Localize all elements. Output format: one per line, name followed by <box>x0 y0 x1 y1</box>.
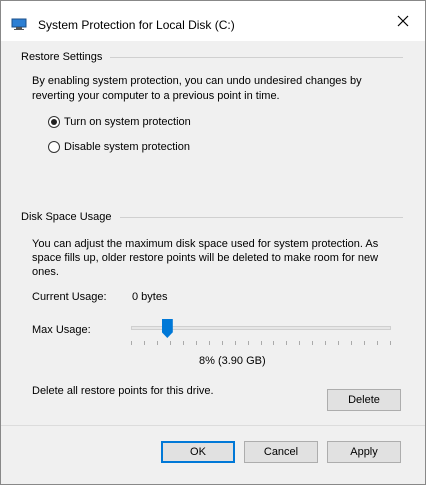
apply-button[interactable]: Apply <box>327 441 401 463</box>
slider-tick <box>351 341 353 345</box>
slider-tick <box>143 341 145 345</box>
computer-icon <box>11 18 27 30</box>
group-divider <box>110 56 403 58</box>
current-usage-value: 0 bytes <box>132 291 168 303</box>
restore-description-line1: By enabling system protection, you can u… <box>32 75 362 87</box>
slider-tick <box>377 341 379 345</box>
window-title: System Protection for Local Disk (C:) <box>38 18 235 32</box>
delete-button[interactable]: Delete <box>327 389 401 411</box>
system-protection-dialog: System Protection for Local Disk (C:) Re… <box>0 0 426 485</box>
disk-description-line3: ones. <box>32 266 59 278</box>
delete-description: Delete all restore points for this drive… <box>32 385 214 397</box>
radio-button-checked[interactable] <box>48 116 60 128</box>
disk-space-heading: Disk Space Usage <box>21 211 112 223</box>
slider-tick <box>221 341 223 345</box>
radio-button[interactable] <box>48 141 60 153</box>
restore-settings-heading: Restore Settings <box>21 51 103 63</box>
slider-tick <box>260 341 262 345</box>
slider-tick <box>364 341 366 345</box>
slider-tick <box>182 341 184 345</box>
disk-space-group: Disk Space Usage <box>21 211 403 223</box>
restore-settings-group: Restore Settings <box>21 51 403 63</box>
group-divider <box>119 216 403 218</box>
slider-tick <box>169 341 171 345</box>
current-usage-label: Current Usage: <box>32 291 107 303</box>
cancel-button[interactable]: Cancel <box>244 441 318 463</box>
slider-tick <box>195 341 197 345</box>
slider-tick <box>247 341 249 345</box>
slider-tick <box>338 341 340 345</box>
slider-tick <box>299 341 301 345</box>
slider-tick <box>390 341 391 345</box>
max-usage-slider-thumb[interactable] <box>161 319 173 338</box>
disk-description-line2: space fills up, older restore points wil… <box>32 252 379 264</box>
slider-tick <box>286 341 288 345</box>
slider-tick <box>156 341 158 345</box>
max-usage-value: 8% (3.90 GB) <box>199 355 266 367</box>
title-bar: System Protection for Local Disk (C:) <box>1 1 425 41</box>
slider-tick <box>208 341 210 345</box>
slider-ticks <box>131 341 391 345</box>
radio-label: Turn on system protection <box>64 116 191 128</box>
disk-description-line1: You can adjust the maximum disk space us… <box>32 238 379 250</box>
restore-description-line2: reverting your computer to a previous po… <box>32 90 280 102</box>
radio-turn-on-protection[interactable]: Turn on system protection <box>48 116 191 128</box>
radio-disable-protection[interactable]: Disable system protection <box>48 141 190 153</box>
slider-tick <box>325 341 327 345</box>
slider-tick <box>234 341 236 345</box>
slider-tick <box>273 341 275 345</box>
close-icon <box>397 15 409 27</box>
ok-button[interactable]: OK <box>161 441 235 463</box>
slider-tick <box>131 341 132 345</box>
radio-label: Disable system protection <box>64 141 190 153</box>
slider-tick <box>312 341 314 345</box>
close-button[interactable] <box>381 1 425 41</box>
max-usage-label: Max Usage: <box>32 324 91 336</box>
